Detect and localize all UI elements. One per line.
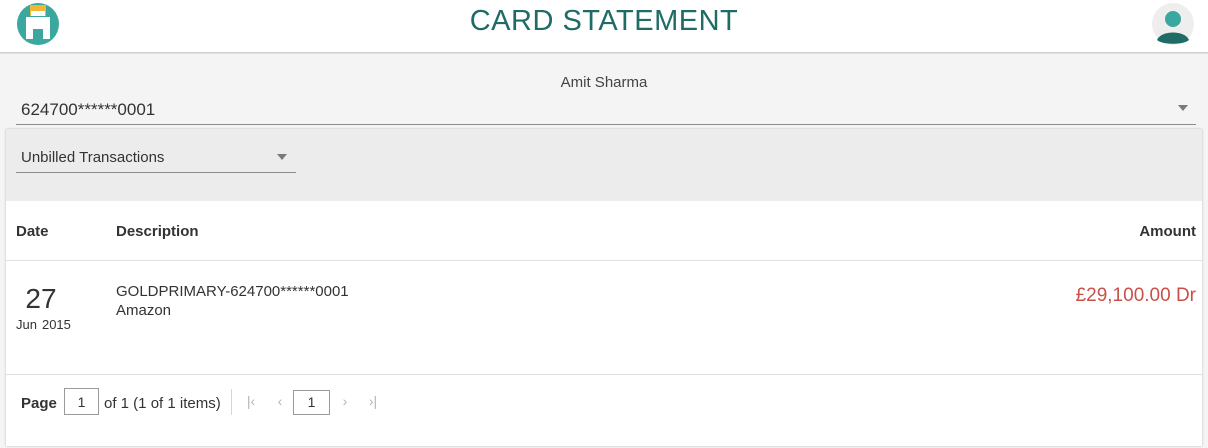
pagination-summary: of 1 (1 of 1 items)	[104, 395, 221, 412]
last-page-icon[interactable]: ›|	[364, 390, 382, 412]
account-holder-name: Amit Sharma	[560, 74, 648, 91]
user-avatar-icon[interactable]	[1151, 2, 1195, 46]
chevron-down-icon	[277, 154, 287, 160]
filter-bar: Unbilled Transactions	[6, 129, 1202, 201]
transaction-day: 27	[25, 283, 57, 314]
statement-panel: Unbilled Transactions Date Description A…	[6, 129, 1202, 446]
page-button-current[interactable]: 1	[293, 390, 330, 415]
transaction-type-value: Unbilled Transactions	[21, 149, 165, 166]
next-page-icon[interactable]: ›	[336, 390, 354, 412]
transaction-year: 2015	[41, 317, 71, 332]
previous-page-icon[interactable]: ‹	[271, 390, 289, 412]
chevron-down-icon	[1178, 105, 1188, 111]
transaction-month: Jun	[16, 317, 37, 332]
card-number-value: 624700******0001	[21, 100, 156, 119]
app-header: CARD STATEMENT	[0, 0, 1208, 53]
first-page-icon[interactable]: |‹	[242, 390, 260, 412]
pagination-divider	[231, 389, 232, 415]
card-number-dropdown[interactable]: 624700******0001	[16, 94, 1196, 125]
transaction-month-year: Jun 2015	[16, 317, 76, 332]
transaction-merchant: Amazon	[116, 302, 172, 319]
column-header-description: Description	[116, 223, 199, 240]
column-header-amount: Amount	[1139, 223, 1196, 240]
column-header-date: Date	[16, 223, 49, 240]
transaction-amount: £29,100.00 Dr	[1075, 285, 1196, 306]
page-title: CARD STATEMENT	[469, 5, 739, 37]
pagination-label: Page	[21, 395, 57, 412]
table-header: Date Description Amount	[6, 201, 1202, 261]
pagination-bar: Page of 1 (1 of 1 items) |‹ ‹ 1 › ›|	[6, 375, 1202, 446]
table-row[interactable]: 27 Jun 2015 GOLDPRIMARY-624700******0001 …	[6, 261, 1202, 375]
page-number-input[interactable]	[64, 388, 99, 415]
transaction-description: GOLDPRIMARY-624700******0001	[116, 283, 349, 300]
transaction-type-dropdown[interactable]: Unbilled Transactions	[16, 143, 296, 173]
account-selector-section: Amit Sharma 624700******0001	[0, 54, 1208, 129]
